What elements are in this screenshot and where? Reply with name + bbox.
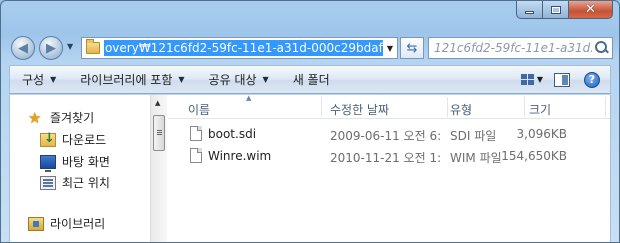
file-type: WIM 파일	[450, 151, 502, 165]
minimize-button[interactable]	[516, 1, 543, 19]
explorer-window: ✕ ◀ ▶ ▼ overy₩121c6fd2-59fc-11e1-a31d-00…	[0, 0, 620, 243]
command-bar-right: ▼ ?	[514, 69, 604, 90]
scroll-up-icon[interactable]: ▲	[155, 99, 160, 107]
column-divider[interactable]	[447, 97, 448, 117]
desktop-icon	[40, 155, 56, 172]
column-header-type[interactable]: 유형	[450, 101, 472, 118]
minimize-icon	[525, 10, 534, 14]
navigation-pane: ★ 즐겨찾기 다운로드 바탕 화면 최근 위치 라이브러리	[10, 95, 150, 242]
search-box[interactable]: 121c6fd2-59fc-11e1-a31d...	[428, 37, 613, 59]
folder-icon	[86, 39, 100, 54]
organize-label: 구성	[22, 73, 45, 87]
change-view-button[interactable]: ▼	[520, 69, 544, 90]
sidebar-item-recent[interactable]: 최근 위치	[40, 174, 110, 191]
address-dropdown-icon[interactable]: ▼	[383, 44, 397, 53]
chevron-down-icon: ▼	[50, 75, 57, 84]
search-input[interactable]: 121c6fd2-59fc-11e1-a31d...	[429, 41, 592, 55]
column-divider[interactable]	[524, 97, 525, 117]
command-bar: 구성 ▼ 라이브러리에 포함 ▼ 공유 대상 ▼ 새 폴더 ▼ ?	[9, 65, 611, 94]
library-icon	[28, 216, 44, 231]
file-icon	[190, 148, 202, 163]
help-button[interactable]: ?	[580, 69, 604, 90]
maximize-icon	[550, 5, 561, 14]
include-in-library-label: 라이브러리에 포함	[80, 73, 173, 87]
close-icon: ✕	[585, 2, 596, 17]
new-folder-button[interactable]: 새 폴더	[281, 66, 342, 93]
column-header-row: ▲ 이름 수정한 날짜 유형 크기	[168, 94, 610, 119]
sidebar-item-label: 다운로드	[62, 133, 107, 147]
preview-pane-icon	[554, 72, 570, 87]
recent-places-icon	[40, 175, 56, 190]
content-area: ★ 즐겨찾기 다운로드 바탕 화면 최근 위치 라이브러리 ▲	[9, 94, 611, 242]
sidebar-item-label: 바탕 화면	[62, 155, 110, 169]
file-row[interactable]: boot.sdi 2009-06-11 오전 6: SDI 파일 3,096KB	[168, 123, 610, 145]
organize-menu[interactable]: 구성 ▼	[10, 66, 68, 93]
file-type: SDI 파일	[450, 129, 497, 143]
sidebar-item-label: 즐겨찾기	[50, 111, 95, 125]
file-list: ▲ 이름 수정한 날짜 유형 크기 boot.sdi 2009-06-11 오전…	[168, 94, 610, 242]
close-button[interactable]: ✕	[569, 1, 613, 19]
file-size: 3,096KB	[516, 127, 567, 141]
share-with-menu[interactable]: 공유 대상 ▼	[197, 66, 281, 93]
sidebar-item-libraries[interactable]: 라이브러리	[28, 215, 105, 232]
sidebar-item-label: 최근 위치	[62, 176, 110, 190]
file-date-modified: 2010-11-21 오전 1:	[330, 151, 442, 165]
column-divider[interactable]	[605, 97, 606, 117]
maximize-button[interactable]	[543, 1, 569, 19]
file-row[interactable]: Winre.wim 2010-11-21 오전 1: WIM 파일 154,65…	[168, 145, 610, 167]
forward-arrow-icon: ▶	[46, 40, 56, 56]
scrollbar-thumb[interactable]	[153, 115, 165, 151]
chevron-down-icon: ▼	[262, 75, 269, 84]
address-path[interactable]: overy₩121c6fd2-59fc-11e1-a31d-000c29bdaf…	[103, 40, 384, 56]
refresh-button[interactable]: ⇆	[400, 37, 424, 59]
search-icon[interactable]	[592, 39, 610, 57]
file-name: boot.sdi	[208, 127, 257, 141]
preview-pane-button[interactable]	[550, 69, 574, 90]
column-header-name[interactable]: 이름	[188, 101, 210, 118]
view-icon	[520, 74, 534, 85]
column-header-size[interactable]: 크기	[529, 101, 551, 118]
file-icon	[190, 126, 202, 141]
column-divider[interactable]	[321, 97, 322, 117]
refresh-icon: ⇆	[406, 40, 418, 56]
sidebar-item-desktop[interactable]: 바탕 화면	[40, 153, 110, 172]
caption-buttons: ✕	[516, 1, 613, 19]
star-icon: ★	[28, 108, 42, 127]
new-folder-label: 새 폴더	[292, 73, 330, 87]
include-in-library-menu[interactable]: 라이브러리에 포함 ▼	[68, 66, 196, 93]
chevron-down-icon: ▼	[178, 75, 185, 84]
sidebar-item-label: 라이브러리	[50, 217, 106, 231]
file-name: Winre.wim	[208, 149, 272, 163]
column-header-date-modified[interactable]: 수정한 날짜	[330, 101, 389, 118]
sidebar-item-downloads[interactable]: 다운로드	[40, 131, 106, 148]
sort-ascending-icon: ▲	[246, 94, 252, 102]
address-bar[interactable]: overy₩121c6fd2-59fc-11e1-a31d-000c29bdaf…	[81, 37, 398, 59]
download-folder-icon	[40, 131, 56, 147]
file-size: 154,650KB	[501, 149, 567, 163]
navigation-bar: ◀ ▶ ▼ overy₩121c6fd2-59fc-11e1-a31d-000c…	[11, 34, 613, 62]
sidebar-item-favorites[interactable]: ★ 즐겨찾기	[28, 109, 94, 126]
forward-button[interactable]: ▶	[39, 36, 63, 60]
back-arrow-icon: ◀	[18, 40, 28, 56]
share-with-label: 공유 대상	[208, 73, 257, 87]
back-button[interactable]: ◀	[11, 36, 35, 60]
recent-pages-dropdown[interactable]: ▼	[67, 42, 73, 51]
chevron-down-icon: ▼	[536, 75, 544, 84]
navigation-pane-scrollbar[interactable]: ▲	[150, 95, 167, 242]
help-icon: ?	[584, 71, 600, 88]
file-date-modified: 2009-06-11 오전 6:	[330, 129, 442, 143]
